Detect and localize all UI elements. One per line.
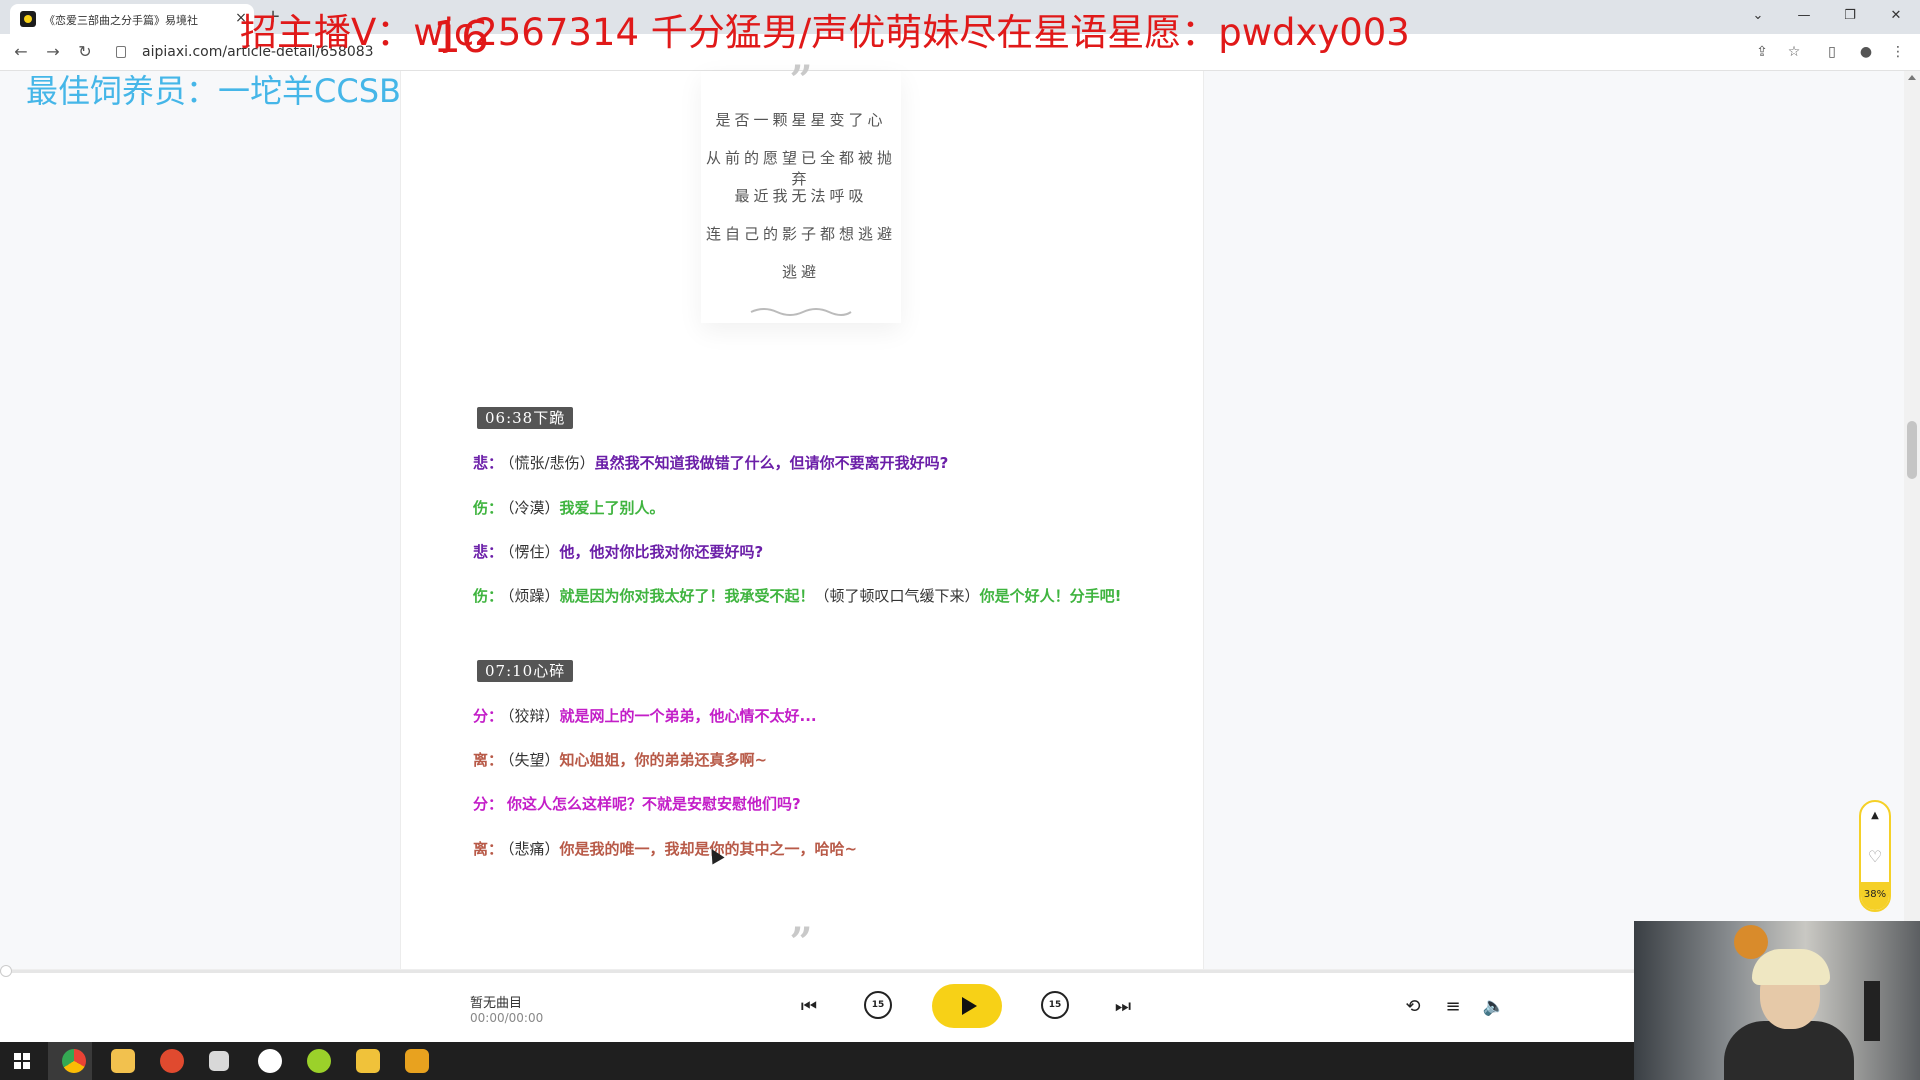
dialogue-line: 悲： （愣住）他，他对你比我对你还要好吗? [473, 538, 1133, 567]
g-red-app-icon[interactable] [405, 1049, 429, 1073]
speaker-label: 分： [473, 707, 504, 725]
stage-direction: （悲痛） [507, 840, 560, 858]
dialogue-text: 知心姐姐，你的弟弟还真多啊~ [559, 751, 768, 769]
skip-forward-15-icon[interactable]: 15 [1041, 991, 1069, 1019]
dialogue-text: 就是因为你对我太好了！我承受不起！ [559, 587, 815, 605]
green-app-icon[interactable] [307, 1049, 331, 1073]
dialogue-text: 你这人怎么这样呢？不就是安慰安慰他们吗? [507, 795, 801, 813]
lyric-quote-card: ” 是否一颗星星变了心 从前的愿望已全都被抛弃 最近我无法呼吸 连自己的影子都想… [701, 57, 901, 323]
progress-knob[interactable] [0, 965, 12, 977]
g-app-icon[interactable] [258, 1049, 282, 1073]
tab-search-button[interactable]: ⌄ [1740, 2, 1776, 30]
red-app-icon[interactable] [160, 1049, 184, 1073]
microphone-icon [1864, 981, 1880, 1041]
speaker-label: 分： [473, 795, 504, 813]
stage-direction: （愣住） [507, 543, 560, 561]
stage-direction: （烦躁） [507, 587, 560, 605]
page-content: ” 是否一颗星星变了心 从前的愿望已全都被抛弃 最近我无法呼吸 连自己的影子都想… [0, 57, 1920, 969]
article-body: ” 是否一颗星星变了心 从前的愿望已全都被抛弃 最近我无法呼吸 连自己的影子都想… [400, 57, 1204, 969]
browser-tab-active[interactable]: 《恋爱三部曲之分手篇》易境社 × [10, 4, 254, 34]
play-icon [962, 997, 977, 1015]
stage-direction: （慌张/悲伤） [507, 454, 595, 472]
close-window-button[interactable]: ✕ [1878, 2, 1914, 30]
dialogue-line: 伤： （烦躁）就是因为你对我太好了！我承受不起！（顿了顿叹口气缓下来）你是个好人！… [473, 582, 1133, 611]
next-track-icon[interactable]: ⏭ [1108, 992, 1138, 1022]
playback-progress-bar[interactable] [0, 965, 1920, 977]
bookmark-star-icon[interactable]: ☆ [1784, 42, 1804, 62]
audio-player-bar: 暂无曲目 00:00/00:00 ⏮ 15 15 ⏭ ⟲ ≡ 🔈 [0, 965, 1920, 1043]
dialogue-line: 悲： （慌张/悲伤）虽然我不知道我做错了什么，但请你不要离开我好吗? [473, 449, 1133, 478]
speaker-label: 伤： [473, 499, 504, 517]
browser-menu-icon[interactable]: ⋮ [1888, 42, 1908, 62]
floating-side-widget: ▲ ♡ 38% [1859, 800, 1891, 912]
back-to-top-icon[interactable]: ▲ [1861, 810, 1889, 821]
stage-direction: （狡辩） [507, 707, 560, 725]
site-favicon-icon [20, 11, 36, 27]
scroll-up-arrow-icon[interactable] [1908, 75, 1916, 80]
track-title: 暂无曲目 [470, 996, 523, 1011]
minimize-button[interactable]: — [1786, 2, 1822, 30]
forward-button[interactable]: → [40, 40, 66, 64]
poem-line: 逃避 [781, 263, 820, 281]
dialogue-text: 就是网上的一个弟弟，他心情不太好... [559, 707, 817, 725]
time-tag: 06:38下跪 [477, 407, 574, 429]
stage-direction: （顿了顿叹口气缓下来） [814, 587, 980, 605]
reload-button[interactable]: ↻ [72, 40, 98, 64]
poem-line: 是否一颗星星变了心 [715, 111, 887, 129]
reading-progress-badge: 38% [1861, 882, 1889, 910]
repeat-mode-icon[interactable]: ⟲ [1398, 992, 1428, 1022]
streamer-hair [1752, 949, 1830, 985]
dialogue-line: 离： （悲痛）你是我的唯一，我却是你的其中之一，哈哈~ [473, 835, 1133, 864]
poem-line: 连自己的影子都想逃避 [705, 225, 896, 243]
lock-icon[interactable] [116, 46, 126, 58]
chrome-icon[interactable] [62, 1049, 86, 1073]
webcam-overlay [1634, 921, 1920, 1080]
profile-avatar-icon[interactable]: ● [1856, 42, 1876, 62]
windows-taskbar [0, 1042, 1920, 1080]
speaker-label: 伤： [473, 587, 504, 605]
stage-direction: （失望） [507, 751, 560, 769]
share-icon[interactable]: ⇪ [1752, 42, 1772, 62]
stage-direction: （冷漠） [507, 499, 560, 517]
poem-line: 从前的愿望已全都被抛弃 [705, 149, 896, 188]
skip-back-15-icon[interactable]: 15 [864, 991, 892, 1019]
previous-track-icon[interactable]: ⏮ [794, 992, 824, 1022]
dialogue-line: 离： （失望）知心姐姐，你的弟弟还真多啊~ [473, 746, 1133, 775]
dialogue-text: 虽然我不知道我做错了什么，但请你不要离开我好吗? [594, 454, 949, 472]
side-panel-icon[interactable]: ▯ [1822, 42, 1842, 62]
page-scrollbar[interactable] [1904, 71, 1920, 969]
track-time: 00:00/00:00 [470, 1011, 544, 1025]
quote-mark-icon: ” [789, 919, 813, 966]
streamer-body [1724, 1021, 1854, 1080]
favorite-heart-icon[interactable]: ♡ [1861, 847, 1889, 866]
back-button[interactable]: ← [8, 40, 34, 64]
dialogue-line: 分： 你这人怎么这样呢？不就是安慰安慰他们吗? [473, 790, 1133, 819]
dialogue-line: 分： （狡辩）就是网上的一个弟弟，他心情不太好... [473, 702, 1133, 731]
volume-icon[interactable]: 🔈 [1479, 992, 1509, 1022]
tab-title: 《恋爱三部曲之分手篇》易境社 [44, 14, 198, 27]
time-tag: 07:10心碎 [477, 660, 574, 682]
dialogue-text: 他，他对你比我对你还要好吗? [559, 543, 764, 561]
stream-banner: 招主播V：wjc2567314 千分猛男/声优萌妹尽在星语星愿：pwdxy003 [240, 11, 1410, 54]
dialogue-line: 伤： （冷漠）我爱上了别人。 [473, 494, 1133, 523]
wave-divider-icon [750, 308, 852, 316]
speaker-label: 离： [473, 840, 504, 858]
dialogue-text: 我爱上了别人。 [559, 499, 665, 517]
play-button[interactable] [932, 984, 1002, 1028]
overlay-number: 16 [433, 12, 489, 63]
quote-mark-icon: ” [789, 57, 813, 104]
file-explorer-icon[interactable] [111, 1049, 135, 1073]
playlist-icon[interactable]: ≡ [1438, 992, 1468, 1022]
speaker-label: 悲： [473, 454, 504, 472]
restore-button[interactable]: ❐ [1832, 2, 1868, 30]
poem-line: 最近我无法呼吸 [734, 187, 868, 205]
scrollbar-thumb[interactable] [1907, 421, 1917, 479]
speaker-label: 悲： [473, 543, 504, 561]
speaker-label: 离： [473, 751, 504, 769]
windows-start-icon[interactable] [14, 1053, 30, 1069]
plane-app-icon[interactable] [209, 1051, 229, 1071]
dialogue-text: 你是个好人！分手吧! [979, 587, 1122, 605]
owl-app-icon[interactable] [356, 1049, 380, 1073]
feeder-overlay: 最佳饲养员：一坨羊CCSB [26, 72, 401, 110]
